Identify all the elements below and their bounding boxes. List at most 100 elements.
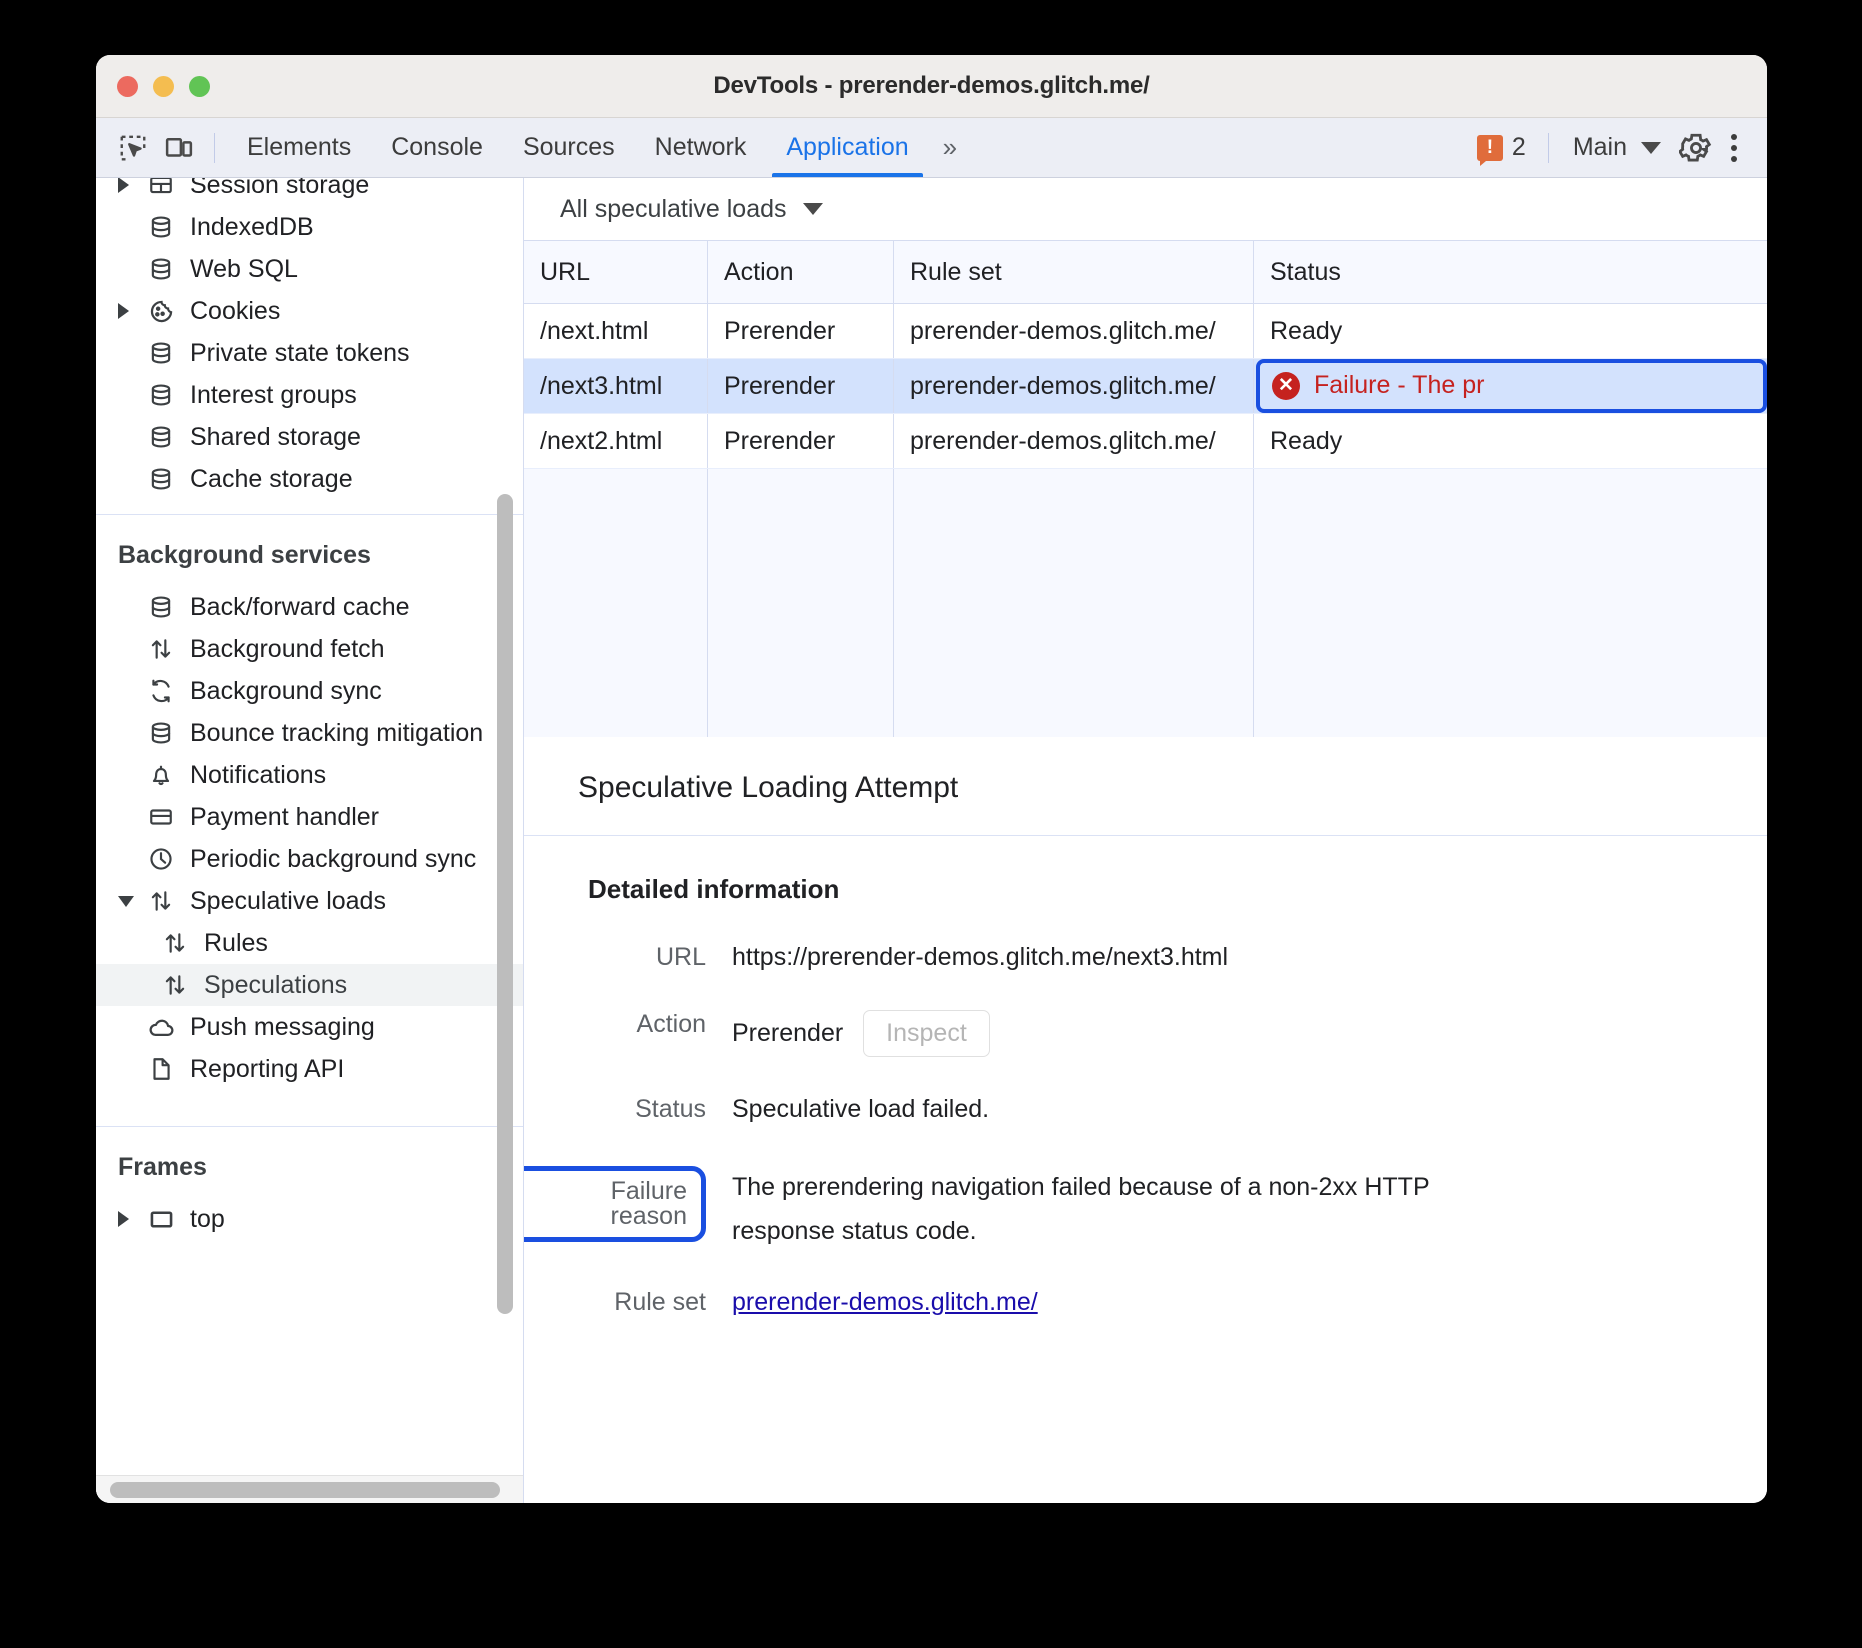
failure-reason-label: Failure reason: [524, 1166, 706, 1242]
more-vertical-icon[interactable]: [1719, 134, 1753, 162]
twisty-right-icon[interactable]: [118, 1211, 144, 1227]
database-icon: [144, 464, 178, 494]
filter-label: All speculative loads: [560, 195, 787, 224]
tab-application[interactable]: Application: [766, 118, 928, 177]
sidebar-item-label: Payment handler: [190, 803, 379, 832]
sidebar-item-indexeddb[interactable]: IndexedDB: [96, 206, 523, 248]
sidebar-item-shared-storage[interactable]: Shared storage: [96, 416, 523, 458]
device-toolbar-icon[interactable]: [156, 126, 202, 170]
sidebar-item-label: Shared storage: [190, 423, 361, 452]
cell-url: /next2.html: [524, 414, 708, 468]
sidebar-item-background-sync[interactable]: Background sync: [96, 670, 523, 712]
gear-icon[interactable]: [1673, 126, 1719, 170]
cell-url: /next.html: [524, 304, 708, 358]
sidebar-item-interest-groups[interactable]: Interest groups: [96, 374, 523, 416]
action-value: Prerender: [732, 1019, 843, 1048]
speculative-loads-filter-select[interactable]: All speculative loads: [560, 195, 823, 224]
window-title: DevTools - prerender-demos.glitch.me/: [96, 72, 1767, 100]
table-header-row: URL Action Rule set Status: [524, 240, 1767, 304]
panel-tabs: Elements Console Sources Network Applica…: [227, 118, 967, 177]
detail-value-url: https://prerender-demos.glitch.me/next3.…: [706, 943, 1228, 972]
sidebar-item-label: Notifications: [190, 761, 326, 790]
sidebar-item-back-forward-cache[interactable]: Back/forward cache: [96, 586, 523, 628]
application-sidebar[interactable]: Session storage IndexedDB: [96, 178, 524, 1503]
sidebar-item-private-state-tokens[interactable]: Private state tokens: [96, 332, 523, 374]
inspect-button[interactable]: Inspect: [863, 1010, 990, 1057]
sidebar-item-session-storage[interactable]: Session storage: [96, 178, 523, 206]
sidebar-item-label: Background fetch: [190, 635, 385, 664]
column-header-status[interactable]: Status: [1254, 241, 1767, 303]
detail-key: Rule set: [524, 1288, 706, 1317]
detail-row-rule-set: Rule set prerender-demos.glitch.me/: [524, 1288, 1767, 1317]
detail-row-action: Action Prerender Inspect: [524, 1010, 1767, 1057]
sidebar-item-bounce-tracking-mitigation[interactable]: Bounce tracking mitigation: [96, 712, 523, 754]
column-header-url[interactable]: URL: [524, 241, 708, 303]
column-header-rule-set[interactable]: Rule set: [894, 241, 1254, 303]
tab-network[interactable]: Network: [635, 118, 767, 177]
sidebar-item-top-frame[interactable]: top: [96, 1198, 523, 1240]
sync-icon: [144, 676, 178, 706]
warning-icon: !: [1477, 135, 1503, 161]
toolbar-divider-right: [1548, 133, 1549, 163]
cell-rule-set: prerender-demos.glitch.me/: [894, 414, 1254, 468]
sidebar-item-reporting-api[interactable]: Reporting API: [96, 1048, 523, 1090]
arrows-updown-icon: [144, 634, 178, 664]
speculations-table: URL Action Rule set Status /next.html Pr…: [524, 240, 1767, 737]
database-icon: [144, 254, 178, 284]
cell-url: /next3.html: [524, 359, 708, 413]
rule-set-link[interactable]: prerender-demos.glitch.me/: [732, 1288, 1038, 1317]
filler-column: [1254, 469, 1767, 737]
cell-rule-set: prerender-demos.glitch.me/: [894, 359, 1254, 413]
cell-status: Ready: [1254, 414, 1767, 468]
twisty-right-icon[interactable]: [118, 178, 144, 193]
inspect-element-icon[interactable]: [110, 126, 156, 170]
warning-badge[interactable]: ! 2: [1467, 133, 1536, 162]
sidebar-item-speculative-loads[interactable]: Speculative loads: [96, 880, 523, 922]
devtools-body: Session storage IndexedDB: [96, 178, 1767, 1503]
sidebar-vertical-scrollbar[interactable]: [497, 494, 513, 1314]
details-pane: Speculative Loading Attempt Detailed inf…: [524, 737, 1767, 1503]
more-tabs-icon[interactable]: »: [929, 132, 967, 163]
table-empty-area: [524, 469, 1767, 737]
details-title: Speculative Loading Attempt: [524, 737, 1767, 836]
context-selector-label: Main: [1573, 133, 1627, 162]
tab-elements[interactable]: Elements: [227, 118, 371, 177]
table-row[interactable]: /next2.html Prerender prerender-demos.gl…: [524, 414, 1767, 469]
sidebar-item-web-sql[interactable]: Web SQL: [96, 248, 523, 290]
detail-row-status: Status Speculative load failed.: [524, 1095, 1767, 1124]
sidebar-item-cookies[interactable]: Cookies: [96, 290, 523, 332]
tab-sources[interactable]: Sources: [503, 118, 635, 177]
context-selector[interactable]: Main: [1561, 133, 1673, 162]
sidebar-item-label: Rules: [204, 929, 268, 958]
sidebar-item-background-fetch[interactable]: Background fetch: [96, 628, 523, 670]
sidebar-item-periodic-background-sync[interactable]: Periodic background sync: [96, 838, 523, 880]
sidebar-item-notifications[interactable]: Notifications: [96, 754, 523, 796]
devtools-toolbar: Elements Console Sources Network Applica…: [96, 118, 1767, 178]
twisty-down-icon[interactable]: [118, 896, 144, 907]
sidebar-horizontal-scrollbar[interactable]: [96, 1475, 523, 1503]
chevron-down-icon: [803, 203, 823, 215]
database-icon: [144, 422, 178, 452]
sidebar-item-label: Periodic background sync: [190, 845, 476, 874]
frames-tree: top: [96, 1198, 523, 1240]
table-row[interactable]: /next.html Prerender prerender-demos.gli…: [524, 304, 1767, 359]
table-row[interactable]: /next3.html Prerender prerender-demos.gl…: [524, 359, 1767, 414]
sidebar-item-payment-handler[interactable]: Payment handler: [96, 796, 523, 838]
filler-column: [524, 469, 708, 737]
sidebar-item-label: Session storage: [190, 178, 369, 200]
details-subtitle: Detailed information: [524, 836, 1767, 905]
sidebar-item-speculations[interactable]: Speculations: [96, 964, 523, 1006]
cell-status: Ready: [1254, 304, 1767, 358]
detail-row-failure-reason: Failure reason The prerendering navigati…: [524, 1166, 1767, 1254]
sidebar-item-cache-storage[interactable]: Cache storage: [96, 458, 523, 500]
twisty-right-icon[interactable]: [118, 303, 144, 319]
detail-key-highlighted: Failure reason: [524, 1166, 706, 1254]
tab-console[interactable]: Console: [371, 118, 503, 177]
sidebar-item-label: Cookies: [190, 297, 280, 326]
scrollbar-thumb[interactable]: [110, 1482, 500, 1498]
sidebar-item-push-messaging[interactable]: Push messaging: [96, 1006, 523, 1048]
detail-value-action: Prerender Inspect: [706, 1010, 990, 1057]
status-badge: Failure - The pr: [1314, 371, 1484, 400]
column-header-action[interactable]: Action: [708, 241, 894, 303]
sidebar-item-rules[interactable]: Rules: [96, 922, 523, 964]
